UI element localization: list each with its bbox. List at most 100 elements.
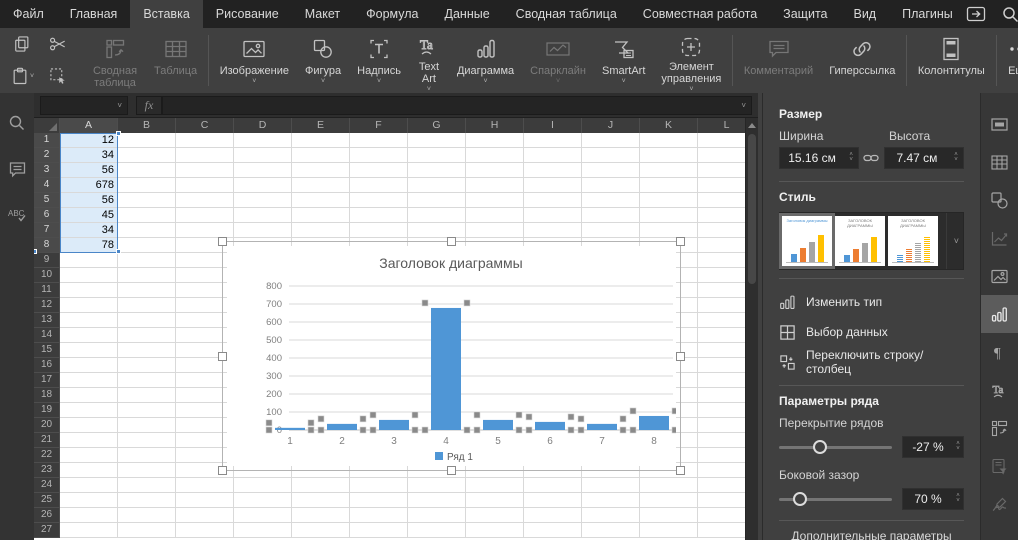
cell-K3[interactable] xyxy=(640,163,698,178)
cell-D3[interactable] xyxy=(234,163,292,178)
cell-G3[interactable] xyxy=(408,163,466,178)
cell-A3[interactable]: 56 xyxy=(60,163,118,178)
cell-C26[interactable] xyxy=(176,508,234,523)
chart-style-thumb-2[interactable]: ЗАГОЛОВОК ДИАГРАММЫ xyxy=(835,216,885,266)
cell-A23[interactable] xyxy=(60,463,118,478)
cell-D5[interactable] xyxy=(234,193,292,208)
select-all-corner[interactable] xyxy=(34,118,60,133)
gap-input-box[interactable]: ˄˅ xyxy=(902,488,964,510)
menu-tab-7[interactable]: Данные xyxy=(432,0,503,28)
sparkline-settings-icon[interactable] xyxy=(981,219,1018,257)
cell-K5[interactable] xyxy=(640,193,698,208)
name-box[interactable]: ˅ xyxy=(40,96,128,115)
row-header-19[interactable]: 19 xyxy=(34,403,60,418)
cell-A15[interactable] xyxy=(60,343,118,358)
row-header-24[interactable]: 24 xyxy=(34,478,60,493)
cell-F26[interactable] xyxy=(350,508,408,523)
gap-slider-thumb[interactable] xyxy=(793,492,807,506)
row-header-27[interactable]: 27 xyxy=(34,523,60,538)
cell-C27[interactable] xyxy=(176,523,234,538)
gap-input[interactable] xyxy=(903,492,953,506)
cell-B13[interactable] xyxy=(118,313,176,328)
chart-resize-handle[interactable] xyxy=(676,466,685,475)
cell-B21[interactable] xyxy=(118,433,176,448)
cell-E2[interactable] xyxy=(292,148,350,163)
column-header-K[interactable]: K xyxy=(640,118,698,133)
menu-tab-11[interactable]: Вид xyxy=(840,0,889,28)
cell-I24[interactable] xyxy=(524,478,582,493)
shape-settings-icon[interactable] xyxy=(981,181,1018,219)
row-header-1[interactable]: 1 xyxy=(34,133,60,148)
cell-D2[interactable] xyxy=(234,148,292,163)
cell-K7[interactable] xyxy=(640,223,698,238)
menu-tab-9[interactable]: Совместная работа xyxy=(630,0,770,28)
column-header-A[interactable]: A xyxy=(60,118,118,133)
row-header-6[interactable]: 6 xyxy=(34,208,60,223)
cell-H2[interactable] xyxy=(466,148,524,163)
cell-K6[interactable] xyxy=(640,208,698,223)
cell-I25[interactable] xyxy=(524,493,582,508)
cell-K1[interactable] xyxy=(640,133,698,148)
cell-B16[interactable] xyxy=(118,358,176,373)
menu-tab-12[interactable]: Плагины xyxy=(889,0,966,28)
name-box-chevron-icon[interactable]: ˅ xyxy=(112,101,127,110)
cell-J6[interactable] xyxy=(582,208,640,223)
toolbar-button-image[interactable]: Изображение˅ xyxy=(212,28,297,93)
cell-J1[interactable] xyxy=(582,133,640,148)
cell-A4[interactable]: 678 xyxy=(60,178,118,193)
overlap-input-box[interactable]: ˄˅ xyxy=(902,436,964,458)
paragraph-settings-icon[interactable]: ¶ xyxy=(981,333,1018,371)
cell-K25[interactable] xyxy=(640,493,698,508)
cell-D25[interactable] xyxy=(234,493,292,508)
cell-B27[interactable] xyxy=(118,523,176,538)
cell-A18[interactable] xyxy=(60,388,118,403)
menu-tab-4[interactable]: Рисование xyxy=(203,0,292,28)
cell-B11[interactable] xyxy=(118,283,176,298)
cell-A1[interactable]: 12 xyxy=(60,133,118,148)
row-header-18[interactable]: 18 xyxy=(34,388,60,403)
cell-E1[interactable] xyxy=(292,133,350,148)
cell-B15[interactable] xyxy=(118,343,176,358)
cell-I7[interactable] xyxy=(524,223,582,238)
height-spinner-icon[interactable]: ˄˅ xyxy=(949,153,963,163)
menu-tab-1[interactable]: Файл xyxy=(0,0,57,28)
cell-I1[interactable] xyxy=(524,133,582,148)
cell-A16[interactable] xyxy=(60,358,118,373)
cell-K2[interactable] xyxy=(640,148,698,163)
chart-resize-handle[interactable] xyxy=(218,237,227,246)
cell-F5[interactable] xyxy=(350,193,408,208)
cell-H1[interactable] xyxy=(466,133,524,148)
row-header-23[interactable]: 23 xyxy=(34,463,60,478)
cell-A11[interactable] xyxy=(60,283,118,298)
menu-tab-8[interactable]: Сводная таблица xyxy=(503,0,630,28)
chart-style-thumb-3[interactable]: ЗАГОЛОВОК ДИАГРАММЫ xyxy=(888,216,938,266)
cell-H5[interactable] xyxy=(466,193,524,208)
menu-tab-3[interactable]: Вставка xyxy=(130,0,202,28)
chart-resize-handle[interactable] xyxy=(218,466,227,475)
cell-C7[interactable] xyxy=(176,223,234,238)
cell-A25[interactable] xyxy=(60,493,118,508)
column-header-D[interactable]: D xyxy=(234,118,292,133)
toolbar-button-chart[interactable]: Диаграмма˅ xyxy=(449,28,522,93)
cell-J4[interactable] xyxy=(582,178,640,193)
cell-A21[interactable] xyxy=(60,433,118,448)
row-header-13[interactable]: 13 xyxy=(34,313,60,328)
cell-B26[interactable] xyxy=(118,508,176,523)
cut-icon[interactable] xyxy=(43,31,73,57)
row-header-7[interactable]: 7 xyxy=(34,223,60,238)
overlap-spinner-icon[interactable]: ˄˅ xyxy=(953,442,963,452)
row-header-20[interactable]: 20 xyxy=(34,418,60,433)
row-header-26[interactable]: 26 xyxy=(34,508,60,523)
toolbar-button-textbox[interactable]: Надпись˅ xyxy=(349,28,409,93)
toolbar-button-text-art[interactable]: TaText Art˅ xyxy=(409,28,449,93)
row-header-3[interactable]: 3 xyxy=(34,163,60,178)
cell-G2[interactable] xyxy=(408,148,466,163)
cell-I3[interactable] xyxy=(524,163,582,178)
gap-spinner-icon[interactable]: ˄˅ xyxy=(953,494,963,504)
width-input[interactable] xyxy=(780,151,844,165)
column-header-H[interactable]: H xyxy=(466,118,524,133)
name-box-input[interactable] xyxy=(41,100,112,112)
cell-A8[interactable]: 78 xyxy=(60,238,118,253)
height-input[interactable] xyxy=(885,151,949,165)
cell-I27[interactable] xyxy=(524,523,582,538)
